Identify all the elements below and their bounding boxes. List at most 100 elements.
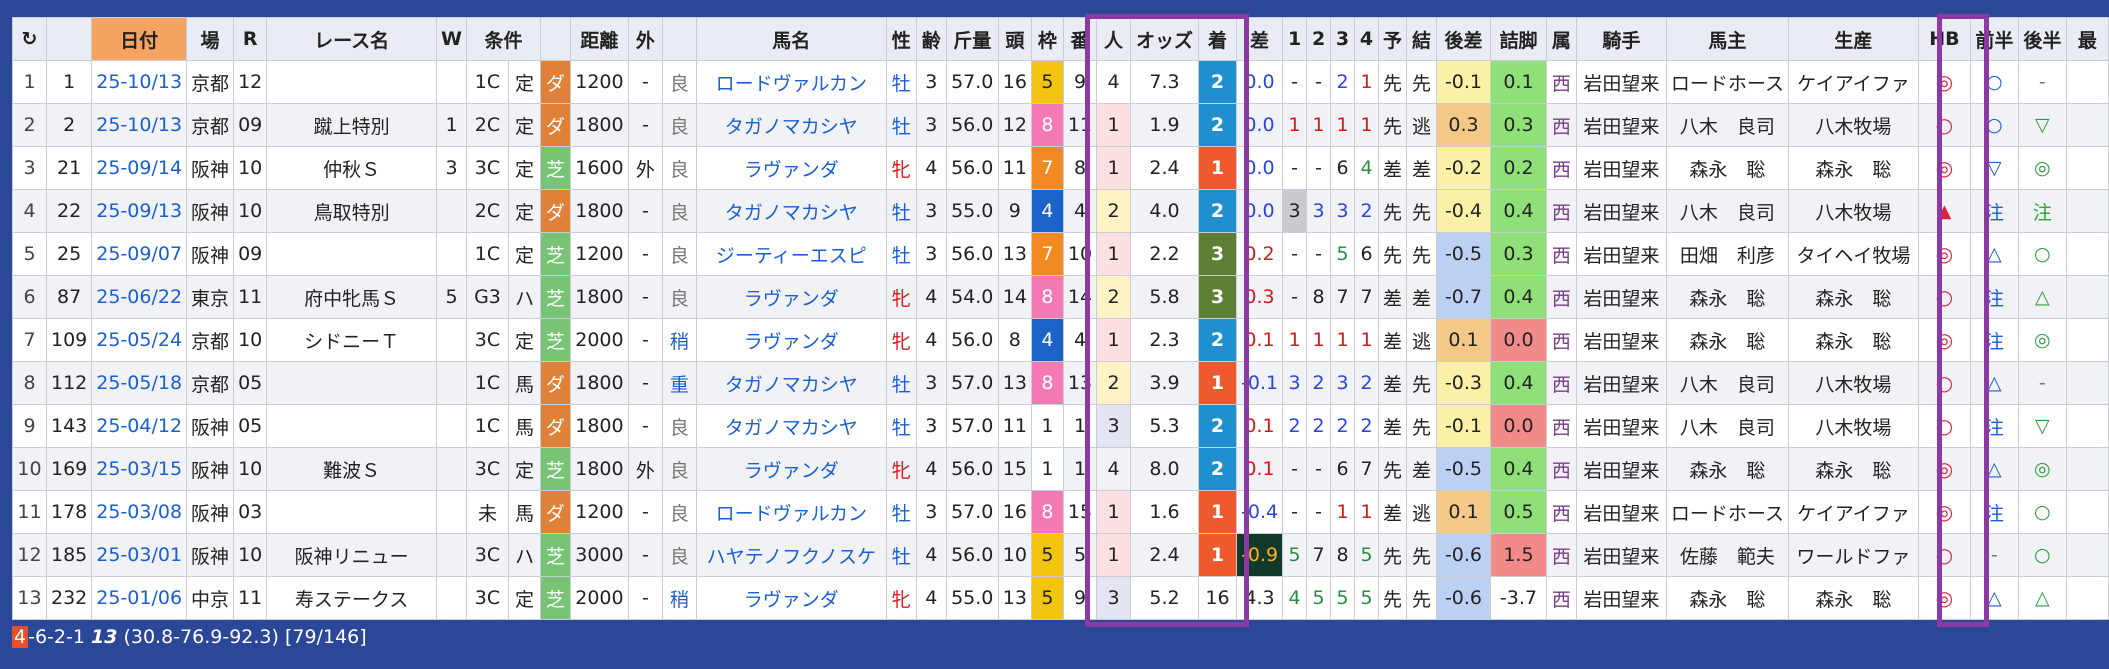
header-distance[interactable]: 距離 [569,17,629,61]
race-date-link[interactable]: 25-05/18 [91,361,188,405]
race-date-link[interactable]: 25-10/13 [91,103,188,147]
horse-name-link[interactable]: ロードヴァルカン [695,60,887,104]
header-date[interactable]: 日付 [91,17,188,61]
header-owner[interactable]: 馬主 [1665,17,1789,61]
race-date-link[interactable]: 25-06/22 [91,275,188,319]
horse-name-link[interactable]: ラヴァンダ [695,576,887,620]
header-first-half[interactable]: 前半 [1969,17,2019,61]
header-frame[interactable]: 枠 [1030,17,1064,61]
horse-name-link[interactable]: ロードヴァルカン [695,490,887,534]
table-row[interactable]: 6 87 25-06/22 東京 11 府中牝馬Ｓ 5 G3 ハ芝 1800- 良ラヴァンダ牝 4 54… [12,275,2109,319]
race-date-link[interactable]: 25-09/13 [91,189,188,233]
header-number[interactable]: 番 [1062,17,1098,61]
table-row[interactable]: 8 112 25-05/18 京都 05 1C 馬ダ 1800- 重タガノマカシヤ牡 3 57.0 1… [12,361,2109,405]
table-row[interactable]: 9 143 25-04/12 阪神 05 1C 馬ダ 1800- 良タガノマカシヤ牡 3 57.0 1… [12,404,2109,448]
header-last[interactable]: 最 [2065,17,2109,61]
race-date-link[interactable]: 25-05/24 [91,318,188,362]
forecast-style-cell: 差 [1378,404,1408,448]
race-number-cell: 12 [233,60,268,104]
header-w[interactable]: W [436,17,467,61]
header-affiliation[interactable]: 属 [1545,17,1577,61]
header-jockey[interactable]: 騎手 [1575,17,1667,61]
race-date-link[interactable]: 25-03/01 [91,533,188,577]
horse-name-link[interactable]: ジーティーエスピ [695,232,887,276]
finish-cell: 2 [1198,60,1237,104]
header-breeder[interactable]: 生産 [1787,17,1919,61]
header-age[interactable]: 齢 [915,17,947,61]
header-result[interactable]: 結 [1406,17,1438,61]
header-diff[interactable]: 差 [1235,17,1284,61]
table-row[interactable]: 13 232 25-01/06 中京 11 寿ステークス 3C 定芝 2000- 稍ラヴァンダ牝 4… [12,576,2109,620]
header-odds[interactable]: オッズ [1130,17,1200,61]
header-second-half[interactable]: 後半 [2017,17,2067,61]
header-horse-name[interactable]: 馬名 [695,17,887,61]
horse-name-link[interactable]: ラヴァンダ [695,275,887,319]
header-race-no[interactable]: R [233,17,268,61]
table-row[interactable]: 5 25 25-09/07 阪神 09 1C 定芝 1200- 良ジーティーエスピ牡 3 56.0 1… [12,232,2109,276]
header-sex[interactable]: 性 [885,17,917,61]
sex-cell: 牡 [885,361,917,405]
header-corner-1[interactable]: 1 [1282,17,1308,61]
header-place[interactable]: 場 [186,17,235,61]
header-corner-2[interactable]: 2 [1306,17,1332,61]
outer-cell: 外 [627,447,663,491]
refresh-icon[interactable]: ↻ [12,17,47,61]
table-row[interactable]: 1 1 25-10/13 京都 12 1C 定ダ 1200- 良ロードヴァルカン牡 3 57.0 16… [12,60,2109,104]
horse-name-link[interactable]: タガノマカシヤ [695,189,887,233]
table-row[interactable]: 4 22 25-09/13 阪神 10 鳥取特別 2C 定ダ 1800- 良タガノマカシヤ牡 3 55… [12,189,2109,233]
last-cell [2065,318,2109,362]
header-late-diff[interactable]: 後差 [1436,17,1491,61]
race-date-link[interactable]: 25-04/12 [91,404,188,448]
header-corner-4[interactable]: 4 [1354,17,1380,61]
header-heads[interactable]: 頭 [997,17,1032,61]
horse-name-link[interactable]: タガノマカシヤ [695,361,887,405]
horse-name-link[interactable]: ラヴァンダ [695,318,887,362]
table-row[interactable]: 3 21 25-09/14 阪神 10 仲秋Ｓ 3 3C 定芝 1600 外良ラヴァンダ牝 4 56.0… [12,146,2109,190]
table-row[interactable]: 7 109 25-05/24 京都 10 シドニーＴ 3C 定芝 2000- 稍ラヴァンダ牝 4 56… [12,318,2109,362]
header-condition[interactable]: 条件 [466,17,541,61]
table-row[interactable]: 11 178 25-03/08 阪神 03 未馬ダ 1200- 良ロードヴァルカン牡 3 57.0… [12,490,2109,534]
age-cell: 3 [915,404,947,448]
surface-cell: ダ [539,490,571,534]
weight-cell: 57.0 [945,60,999,104]
corner-2-cell: - [1306,232,1332,276]
table-row[interactable]: 10 169 25-03/15 阪神 10 難波Ｓ 3C 定芝 1800 外良ラヴァンダ牝 4 56.… [12,447,2109,491]
race-date-link[interactable]: 25-03/08 [91,490,188,534]
header-finish[interactable]: 着 [1198,17,1237,61]
jockey-cell: 岩田望来 [1575,103,1667,147]
header-popularity[interactable]: 人 [1096,17,1132,61]
going-cell: 良 [661,533,697,577]
late-diff-cell: 0.3 [1436,103,1491,147]
race-date-link[interactable]: 25-01/06 [91,576,188,620]
table-row[interactable]: 2 2 25-10/13 京都 09 蹴上特別 1 2C 定ダ 1800- 良タガノマカシヤ牡 3 56… [12,103,2109,147]
race-date-link[interactable]: 25-03/15 [91,447,188,491]
header-forecast[interactable]: 予 [1378,17,1408,61]
race-date-link[interactable]: 25-09/07 [91,232,188,276]
horse-name-link[interactable]: ラヴァンダ [695,146,887,190]
class-cell: 1C [466,232,509,276]
race-date-link[interactable]: 25-10/13 [91,60,188,104]
header-hb[interactable]: HB [1917,17,1971,61]
horse-name-link[interactable]: ラヴァンダ [695,447,887,491]
horse-name-link[interactable]: タガノマカシヤ [695,103,887,147]
corner-4-cell: 7 [1354,275,1380,319]
row-number: 7 [12,318,47,362]
header-race-name[interactable]: レース名 [266,17,438,61]
sex-cell: 牡 [885,232,917,276]
header-closing[interactable]: 詰脚 [1489,17,1547,61]
first-half-mark: ○ [1969,103,2019,147]
horse-name-link[interactable]: タガノマカシヤ [695,404,887,448]
corner-4-cell: 2 [1354,361,1380,405]
header-weight[interactable]: 斤量 [945,17,999,61]
horse-name-link[interactable]: ハヤテノフクノスケ [695,533,887,577]
table-row[interactable]: 12 185 25-03/01 阪神 10 阪神リニュー 3C ハ芝 3000- 良ハヤテノフクノ… [12,533,2109,577]
frame-cell: 1 [1030,404,1064,448]
race-date-link[interactable]: 25-09/14 [91,146,188,190]
header-outer[interactable]: 外 [627,17,663,61]
surface-cell: ダ [539,60,571,104]
forecast-style-cell: 先 [1378,576,1408,620]
header-row: ↻ 日付 場 R レース名 W 条件 距離 外 馬名 性 齢 斤量 頭 枠 番 … [12,17,2109,61]
outer-cell: 外 [627,146,663,190]
first-half-mark: ○ [1969,60,2019,104]
header-corner-3[interactable]: 3 [1330,17,1356,61]
